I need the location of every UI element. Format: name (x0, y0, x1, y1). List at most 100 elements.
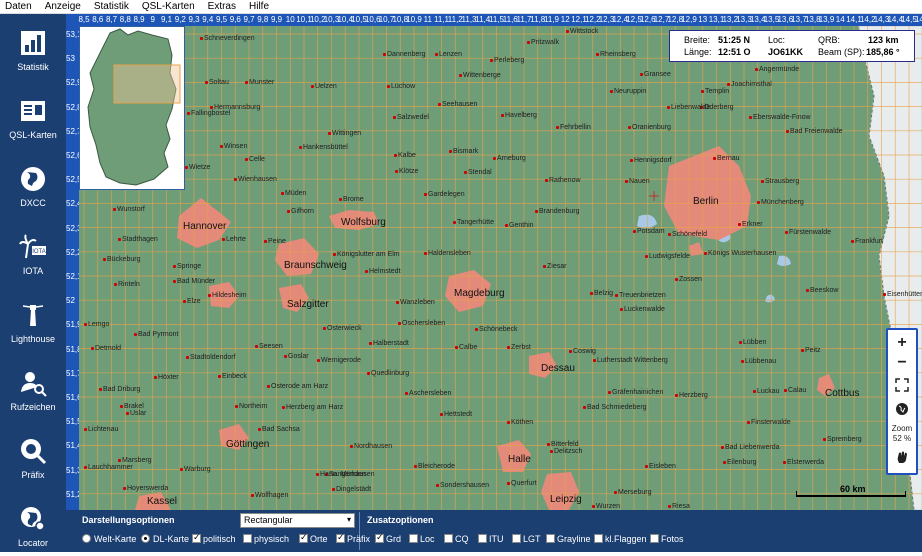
major-city-label: Wolfsburg (341, 217, 386, 228)
city-label: Delitzsch (549, 448, 583, 455)
longitude-tick: 11,5 (489, 15, 504, 24)
breite-label: Breite: (684, 35, 711, 45)
city-label: Beeskow (805, 287, 839, 294)
sidebar-label: Statistik (17, 62, 49, 72)
position-info-box: Breite: 51:25 N Länge: 12:51 O Loc: JO61… (669, 30, 915, 62)
longitude-tick: 11,2 (447, 15, 463, 24)
city-label: Bad Münder (172, 278, 216, 285)
city-label: Wittingen (327, 130, 362, 137)
option-checkbox[interactable] (478, 534, 487, 543)
option-label: Präfix (347, 534, 371, 544)
city-label: Munster (244, 79, 275, 86)
major-city-label: Leipzig (550, 494, 582, 505)
latitude-tick: 51,6 (66, 393, 79, 402)
longitude-tick: 11,8 (530, 15, 546, 24)
projection-select[interactable]: Rectangular ▾ (240, 513, 355, 528)
zoom-out-button[interactable]: − (888, 354, 916, 372)
sidebar-item-iota[interactable]: IOTA IOTA (0, 218, 66, 284)
sidebar-item-statistik[interactable]: Statistik (0, 14, 66, 80)
qsl-card-icon (21, 101, 45, 121)
sidebar-item-qsl-karten[interactable]: QSL-Karten (0, 82, 66, 148)
menu-extras[interactable]: Extras (203, 0, 244, 14)
zoom-in-button[interactable]: + (888, 334, 916, 352)
latitude-tick: 51,3 (66, 465, 79, 475)
city-label: Seesen (255, 343, 283, 350)
city-label: Höxter (154, 374, 179, 381)
city-label: Elsterwerda (783, 459, 824, 466)
pan-hand-button[interactable] (888, 450, 916, 467)
city-label: Templin (700, 88, 730, 95)
overview-inset-map[interactable] (79, 26, 185, 190)
city-label: Bad Schmiedeberg (583, 404, 647, 411)
city-label: Dannenberg (383, 51, 426, 58)
zoom-value: 52 % (892, 434, 912, 443)
longitude-tick: 13,9 (818, 15, 835, 24)
sidebar-label: DXCC (20, 198, 46, 208)
city-label: Hankensbüttel (299, 144, 348, 151)
city-label: Helmstedt (365, 268, 401, 275)
menu-daten[interactable]: Daten (0, 0, 40, 14)
longitude-tick: 9,2 (174, 15, 186, 24)
sidebar-item-praefix[interactable]: Präfix (0, 422, 66, 488)
city-label: Osterwieck (323, 325, 362, 332)
sidebar-item-lighthouse[interactable]: Lighthouse (0, 286, 66, 352)
city-label: Arneburg (493, 155, 526, 162)
city-label: Winsen (219, 143, 248, 150)
sidebar-item-locator[interactable]: Locator (0, 490, 66, 556)
major-city-label: Kassel (147, 496, 178, 507)
city-label: Riesa (668, 503, 690, 510)
city-label: Peitz (801, 347, 821, 354)
city-label: Fallingbostel (186, 110, 231, 117)
city-label: Belzig (589, 290, 614, 297)
city-label: Gardelegen (424, 191, 465, 198)
option-checkbox[interactable] (409, 534, 418, 543)
option-checkbox[interactable] (336, 532, 345, 543)
option-checkbox[interactable] (546, 534, 555, 543)
menu-statistik[interactable]: Statistik (89, 0, 137, 14)
latitude-tick: 52,2 (66, 247, 79, 257)
city-label: Nordhausen (349, 443, 393, 450)
city-label: Hennigsdorf (630, 157, 672, 164)
option-checkbox[interactable] (650, 534, 659, 543)
map-canvas[interactable]: Schneverdingen Dannenberg Lenzen Pritzwalk W… (79, 26, 922, 510)
option-checkbox[interactable] (512, 534, 521, 543)
dl-karte-radio[interactable] (141, 534, 150, 543)
physisch-checkbox[interactable] (243, 534, 252, 543)
option-label: Loc (420, 534, 435, 544)
breite-value: 51:25 N (718, 35, 751, 45)
politisch-checkbox[interactable] (192, 532, 201, 543)
globe-icon (21, 167, 45, 191)
option-checkbox[interactable] (375, 532, 384, 543)
sidebar-item-rufzeichen[interactable]: Rufzeichen (0, 354, 66, 420)
menu-anzeige[interactable]: Anzeige (40, 0, 89, 14)
option-checkbox[interactable] (594, 534, 603, 543)
sidebar-item-dxcc[interactable]: DXCC (0, 150, 66, 216)
scale-bar: 60 km (796, 484, 906, 499)
menu-qsl-karten[interactable]: QSL-Karten (137, 0, 203, 14)
city-label: Stadthagen (118, 236, 158, 243)
laenge-label: Länge: (684, 47, 712, 57)
world-view-button[interactable] (888, 402, 916, 419)
city-label: Erkner (738, 221, 763, 228)
longitude-tick: 8,5 (78, 15, 90, 24)
city-label: Goslar (284, 353, 309, 360)
hand-icon (897, 451, 907, 463)
sidebar: Statistik QSL-Karten DXCC IOTA IOTA Ligh… (0, 14, 66, 552)
longitude-tick: 13 (698, 15, 708, 24)
city-label: Zerbst (507, 344, 531, 351)
city-label: Soltau (205, 79, 229, 86)
menu-hilfe[interactable]: Hilfe (244, 0, 277, 14)
option-checkbox[interactable] (299, 532, 308, 543)
city-label: Lübben (738, 339, 767, 346)
welt-karte-radio[interactable] (82, 534, 91, 543)
city-label: Ludwigsfelde (645, 253, 690, 260)
laenge-value: 12:51 O (718, 47, 751, 57)
city-label: Fürstenwalde (784, 229, 832, 236)
option-label: CQ (455, 534, 469, 544)
option-checkbox[interactable] (444, 534, 453, 543)
city-label: Seehausen (437, 101, 478, 108)
fullscreen-button[interactable] (888, 378, 916, 395)
city-label: Lutherstadt Wittenberg (593, 357, 668, 364)
city-label: Angermünde (754, 66, 800, 73)
city-label: Wienhausen (234, 176, 277, 183)
